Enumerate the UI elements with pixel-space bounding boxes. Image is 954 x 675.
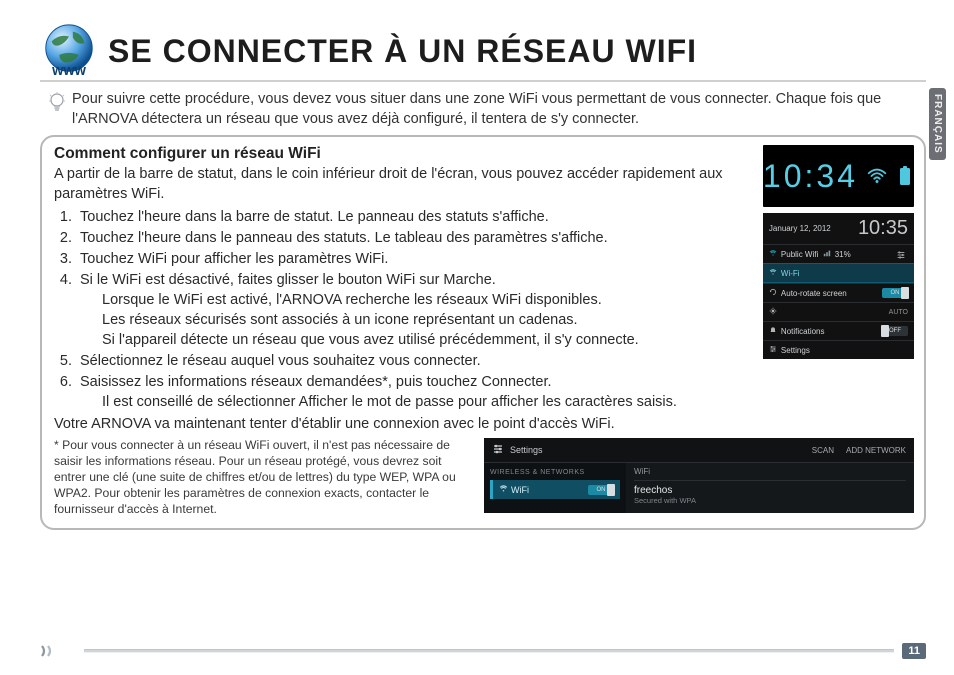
add-network-button[interactable]: ADD NETWORK <box>846 446 906 455</box>
globe-www-text: www <box>51 63 87 79</box>
screenshot-quick-settings: January 12, 2012 10:35 Public Wifi 31% W… <box>763 213 914 359</box>
wifi-list-header: WiFi <box>634 467 906 476</box>
clock-time: 10:34 <box>763 158 858 195</box>
network-item[interactable]: freechos Secured with WPA <box>634 480 906 509</box>
step-6: Saisissez les informations réseaux deman… <box>76 372 757 412</box>
wifi-toggle[interactable]: ON <box>588 485 614 495</box>
lightbulb-icon <box>48 92 66 121</box>
instructions-column: Comment configurer un réseau WiFi A part… <box>54 145 757 434</box>
battery-icon <box>896 165 914 187</box>
step-4c: Si l'appareil détecte un réseau que vous… <box>102 330 757 350</box>
step-4: Si le WiFi est désactivé, faites glisser… <box>76 270 757 350</box>
screenshot-wifi-settings: Settings SCAN ADD NETWORK WIRELESS & NET… <box>484 438 914 513</box>
globe-www-icon: www <box>40 22 98 80</box>
panel-settings-row[interactable]: Settings <box>763 340 914 359</box>
scan-button[interactable]: SCAN <box>812 446 834 455</box>
title-row: www SE CONNECTER À UN RÉSEAU WIFI <box>40 22 926 82</box>
rotate-icon <box>769 288 777 296</box>
step-4a: Lorsque le WiFi est activé, l'ARNOVA rec… <box>102 290 757 310</box>
panel-date: January 12, 2012 <box>769 224 831 233</box>
main-content-box: Comment configurer un réseau WiFi A part… <box>40 135 926 529</box>
footnote: * Pour vous connecter à un réseau WiFi o… <box>54 438 474 517</box>
wifi-icon <box>866 165 888 187</box>
footer-decor-icon <box>40 644 70 658</box>
sliders-icon <box>896 250 904 258</box>
steps-list: Touchez l'heure dans la barre de statut.… <box>54 207 757 412</box>
toggle-on[interactable]: ON <box>882 288 908 298</box>
intro-tip: Pour suivre cette procédure, vous devez … <box>48 90 926 129</box>
step-6a: Il est conseillé de sélectionner Affiche… <box>102 392 757 412</box>
signal-icon <box>823 249 831 257</box>
sliders-icon <box>492 443 504 457</box>
wifi-icon <box>769 249 777 257</box>
panel-time: 10:35 <box>858 217 908 240</box>
panel-wifi-row[interactable]: Wi-Fi <box>763 263 914 283</box>
panel-notifications-row[interactable]: Notifications OFF <box>763 321 914 340</box>
post-steps-text: Votre ARNOVA va maintenant tenter d'étab… <box>54 414 757 434</box>
sliders-icon <box>769 345 777 353</box>
section-heading: Comment configurer un réseau WiFi <box>54 145 757 163</box>
panel-network-row: Public Wifi 31% <box>763 244 914 263</box>
step-1: Touchez l'heure dans la barre de statut.… <box>76 207 757 227</box>
sidebar-wifi-row[interactable]: WiFi ON <box>490 480 620 499</box>
wifi-icon <box>499 484 507 492</box>
toggle-off[interactable]: OFF <box>882 326 908 336</box>
step-5: Sélectionnez le réseau auquel vous souha… <box>76 351 757 371</box>
wifi-icon <box>769 268 777 276</box>
page-title: SE CONNECTER À UN RÉSEAU WIFI <box>108 33 697 70</box>
page-number: 11 <box>902 643 926 659</box>
page-footer: 11 <box>40 643 926 659</box>
lead-paragraph: A partir de la barre de statut, dans le … <box>54 165 757 204</box>
step-4b: Les réseaux sécurisés sont associés à un… <box>102 310 757 330</box>
language-tab: FRANÇAIS <box>929 88 946 160</box>
step-2: Touchez l'heure dans le panneau des stat… <box>76 228 757 248</box>
notifications-icon <box>769 326 777 334</box>
settings-category: WIRELESS & NETWORKS <box>490 469 620 476</box>
brightness-icon <box>769 307 777 315</box>
panel-brightness-row[interactable]: AUTO <box>763 302 914 321</box>
screenshots-column: 10:34 January 12, 2012 10:35 <box>763 145 914 434</box>
intro-text: Pour suivre cette procédure, vous devez … <box>72 90 926 129</box>
settings-title: Settings <box>510 445 543 455</box>
panel-rotate-row[interactable]: Auto-rotate screen ON <box>763 283 914 302</box>
screenshot-clock: 10:34 <box>763 145 914 207</box>
step-3: Touchez WiFi pour afficher les paramètre… <box>76 249 757 269</box>
